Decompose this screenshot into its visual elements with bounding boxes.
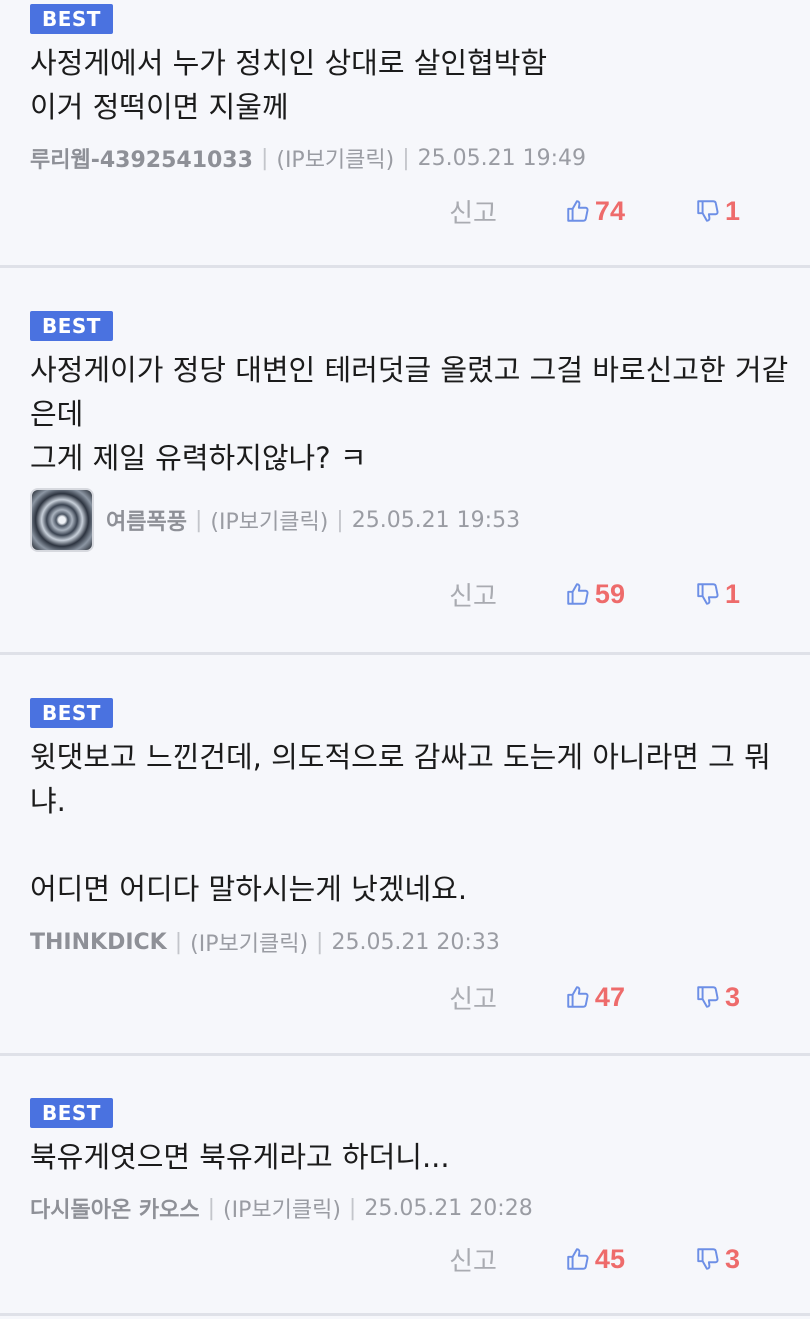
meta-separator: | <box>174 929 183 955</box>
comment-item: BEST 윗댓보고 느낀건데, 의도적으로 감싸고 도는게 아니라면 그 뭐냐.… <box>0 655 810 1056</box>
report-button[interactable]: 신고 <box>449 1241 497 1278</box>
dislike-count: 1 <box>724 578 740 609</box>
comment-datetime: 25.05.21 20:28 <box>364 1195 533 1221</box>
comment-datetime: 25.05.21 20:33 <box>331 929 500 955</box>
thumbs-up-icon <box>567 200 589 222</box>
dislike-count: 3 <box>724 981 740 1012</box>
author-name[interactable]: 여름폭풍 <box>106 504 187 536</box>
comment-text: 북유게엿으면 북유게라고 하더니... <box>30 1140 450 1174</box>
comment-datetime: 25.05.21 19:53 <box>351 507 521 533</box>
ip-link[interactable]: (IP보기클릭) <box>276 142 394 174</box>
report-button[interactable]: 신고 <box>449 979 497 1016</box>
thumbs-down-icon <box>697 200 719 222</box>
ip-link[interactable]: (IP보기클릭) <box>210 504 328 536</box>
comment-actions: 신고 45 3 <box>30 1235 780 1283</box>
author-name[interactable]: 루리웹-4392541033 <box>30 142 253 174</box>
dislike-count: 3 <box>724 1243 740 1274</box>
best-badge: BEST <box>30 698 113 728</box>
comment-meta: 루리웹-4392541033 | (IP보기클릭) | 25.05.21 19:… <box>30 141 780 175</box>
comment-actions: 신고 59 1 <box>30 570 780 618</box>
comment-meta: 다시돌아온 카오스 | (IP보기클릭) | 25.05.21 20:28 <box>30 1191 780 1225</box>
thumbs-down-icon <box>697 986 719 1008</box>
report-button[interactable]: 신고 <box>449 576 497 613</box>
meta-separator: | <box>194 507 203 533</box>
comment-text: 사정게이가 정당 대변인 테러덧글 올렸고 그걸 바로신고한 거같은데 그게 제… <box>30 353 789 475</box>
meta-separator: | <box>402 145 410 171</box>
meta-separator: | <box>316 929 324 955</box>
meta-separator: | <box>207 1195 216 1221</box>
comment-actions: 신고 74 1 <box>30 187 780 235</box>
like-button[interactable]: 45 <box>565 1244 625 1275</box>
thumbs-up-icon <box>567 583 589 605</box>
meta-separator: | <box>336 507 344 533</box>
like-count: 45 <box>594 1243 625 1274</box>
like-button[interactable]: 74 <box>565 196 625 227</box>
comment-item: BEST 사정게이가 정당 대변인 테러덧글 올렸고 그걸 바로신고한 거같은데… <box>0 268 810 655</box>
best-badge: BEST <box>30 1098 113 1128</box>
meta-separator: | <box>348 1195 357 1221</box>
like-button[interactable]: 47 <box>565 982 625 1013</box>
like-button[interactable]: 59 <box>565 579 625 610</box>
comment-datetime: 25.05.21 19:49 <box>417 145 587 171</box>
comment-item: BEST 사정게에서 누가 정치인 상대로 살인협박함 이거 정떡이면 지울께 … <box>0 0 810 268</box>
ip-link[interactable]: (IP보기클릭) <box>190 926 308 958</box>
thumbs-down-icon <box>697 1248 719 1270</box>
comment-item: BEST 북유게엿으면 북유게라고 하더니... 다시돌아온 카오스 | (IP… <box>0 1056 810 1316</box>
dislike-count: 1 <box>724 195 740 226</box>
like-count: 74 <box>594 195 625 226</box>
best-badge: BEST <box>30 311 113 341</box>
author-name[interactable]: 다시돌아온 카오스 <box>30 1192 200 1224</box>
dislike-button[interactable]: 3 <box>695 1244 740 1275</box>
dislike-button[interactable]: 1 <box>695 579 740 610</box>
thumbs-up-icon <box>567 986 589 1008</box>
comment-text: 사정게에서 누가 정치인 상대로 살인협박함 이거 정떡이면 지울께 <box>30 46 548 124</box>
like-count: 47 <box>594 981 625 1012</box>
thumbs-up-icon <box>567 1248 589 1270</box>
ip-link[interactable]: (IP보기클릭) <box>223 1192 341 1224</box>
like-count: 59 <box>594 578 625 609</box>
thumbs-down-icon <box>697 583 719 605</box>
report-button[interactable]: 신고 <box>449 193 497 230</box>
author-name[interactable]: THINKDICK <box>30 930 167 955</box>
user-avatar[interactable] <box>30 488 94 552</box>
dislike-button[interactable]: 3 <box>695 982 740 1013</box>
comment-meta: THINKDICK | (IP보기클릭) | 25.05.21 20:33 <box>30 925 780 959</box>
dislike-button[interactable]: 1 <box>695 196 740 227</box>
meta-separator: | <box>260 145 269 171</box>
best-badge: BEST <box>30 4 113 34</box>
comment-meta: 여름폭풍 | (IP보기클릭) | 25.05.21 19:53 <box>30 488 780 552</box>
comment-actions: 신고 47 3 <box>30 973 780 1021</box>
comment-text: 윗댓보고 느낀건데, 의도적으로 감싸고 도는게 아니라면 그 뭐냐. 어디면 … <box>30 740 771 906</box>
